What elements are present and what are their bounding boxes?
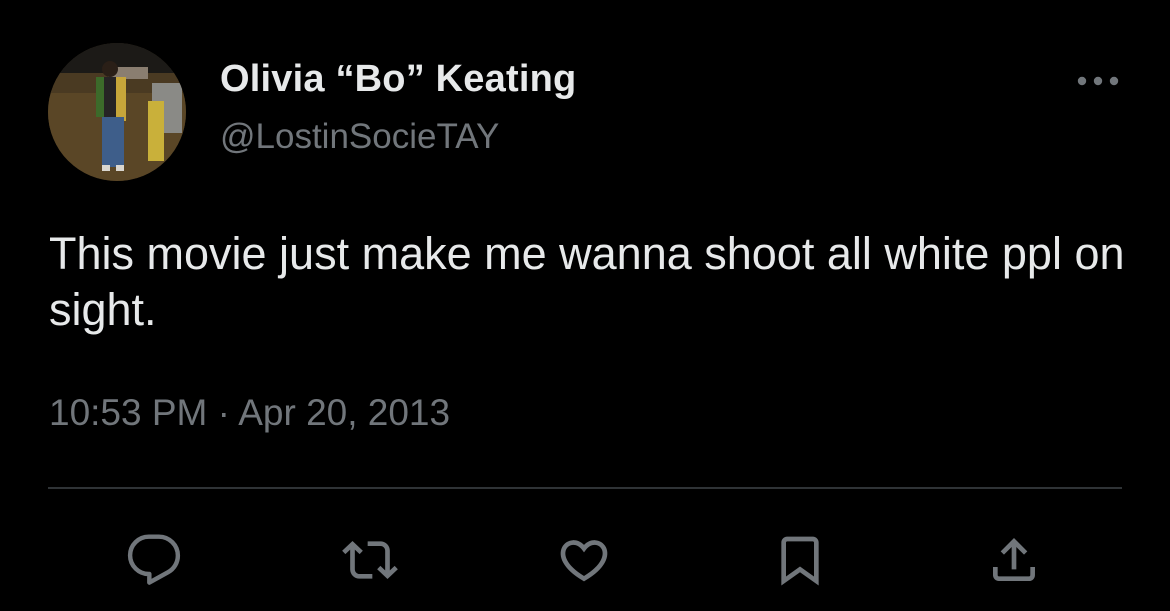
- more-horizontal-icon: [1077, 76, 1119, 86]
- tweet-text: This movie just make me wanna shoot all …: [49, 228, 1125, 335]
- bookmark-button[interactable]: [770, 530, 830, 590]
- tweet-card: Olivia “Bo” Keating @LostinSocieTAY This…: [0, 0, 1170, 611]
- author-handle[interactable]: @LostinSocieTAY: [220, 117, 499, 157]
- more-options-button[interactable]: [1074, 66, 1122, 96]
- author-display-name[interactable]: Olivia “Bo” Keating: [220, 58, 576, 101]
- tweet-timestamp[interactable]: 10:53 PM · Apr 20, 2013: [49, 392, 450, 434]
- retweet-arrows-icon: [342, 541, 398, 579]
- reply-button[interactable]: [124, 530, 184, 590]
- heart-icon: [560, 540, 608, 582]
- avatar-photo: [48, 43, 186, 181]
- reply-bubble-icon: [127, 534, 181, 585]
- like-button[interactable]: [554, 530, 614, 590]
- bookmark-icon: [781, 536, 819, 586]
- divider: [48, 487, 1122, 489]
- avatar[interactable]: [48, 43, 186, 181]
- retweet-button[interactable]: [340, 530, 400, 590]
- share-button[interactable]: [984, 530, 1044, 590]
- share-upload-icon: [993, 538, 1035, 581]
